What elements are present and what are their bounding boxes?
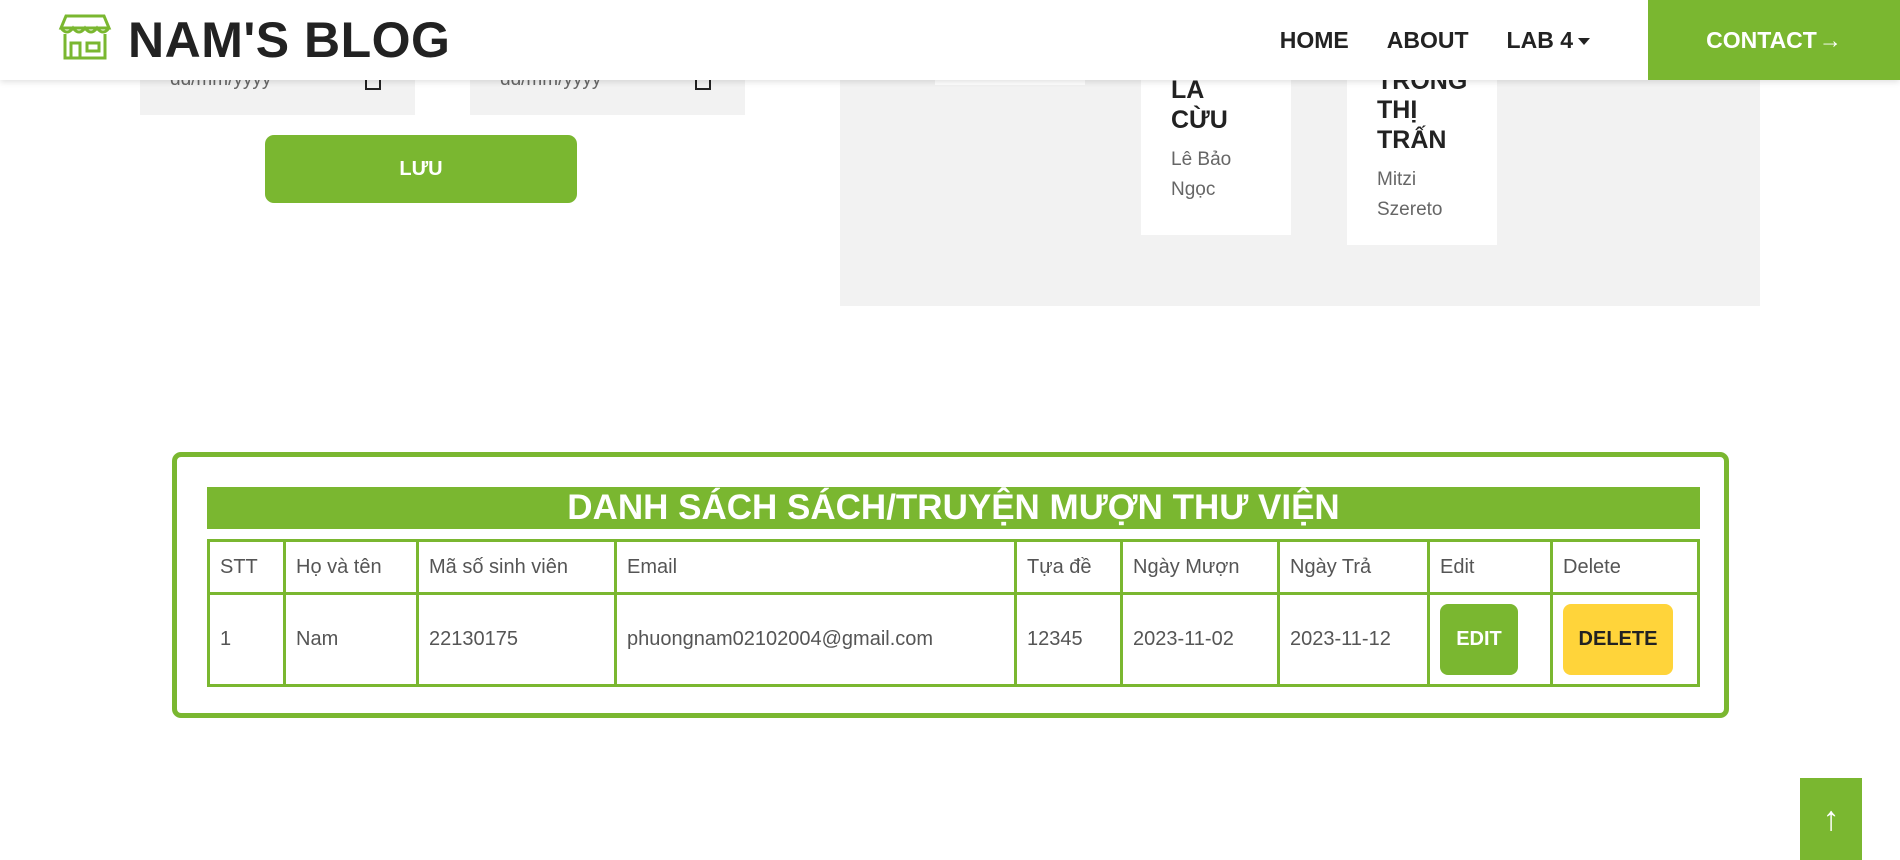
save-button[interactable]: LƯU [265,135,577,203]
book-author: Szereto [1377,199,1443,220]
column-header: Ngày Mượn [1120,539,1280,595]
column-header: Ngày Trả [1277,539,1430,595]
table-row: 1 Nam 22130175 phuongnam02102004@gmail.c… [207,592,1700,687]
table-header-row: STT Họ và tên Mã số sinh viên Email Tựa … [207,539,1700,595]
nav-lab4-label: LAB 4 [1506,26,1573,53]
edit-button[interactable]: EDIT [1440,604,1518,675]
book-card[interactable]: LA CỪU Lê Bảo Ngọc [1141,60,1291,235]
book-title: THỊ [1377,96,1418,124]
store-icon [58,12,112,67]
caret-down-icon [1578,37,1590,45]
column-header: Email [614,539,1017,595]
column-header: Tựa đề [1014,539,1123,595]
cell-return-date: 2023-11-12 [1277,592,1430,687]
column-header: Mã số sinh viên [416,539,617,595]
cell-edit: EDIT [1427,592,1553,687]
book-title: TRẤN [1377,126,1447,154]
nav-home[interactable]: HOME [1280,27,1349,54]
book-author: Mitzi [1377,169,1417,190]
column-header: Edit [1427,539,1553,595]
contact-button[interactable]: CONTACT → [1648,0,1900,80]
scroll-top-button[interactable]: ↑ [1800,778,1862,860]
brand-name: NAM'S BLOG [128,11,451,68]
book-author: Lê Bảo [1171,149,1232,170]
nav-menu: HOME ABOUT LAB 4 [1242,0,1590,80]
books-panel: LA CỪU Lê Bảo Ngọc TRONG THỊ TRẤN Mitzi … [840,60,1760,306]
cell-title: 12345 [1014,592,1123,687]
cell-delete: DELETE [1550,592,1700,687]
arrow-right-icon: → [1818,26,1842,53]
brand[interactable]: NAM'S BLOG [58,12,450,67]
book-card[interactable]: TRONG THỊ TRẤN Mitzi Szereto [1347,60,1497,245]
borrow-list-section: DANH SÁCH SÁCH/TRUYỆN MƯỢN THƯ VIỆN STT … [172,452,1729,718]
cell-name: Nam [283,592,419,687]
book-title: CỪU [1171,106,1228,134]
nav-lab4-dropdown[interactable]: LAB 4 [1507,27,1590,54]
arrow-up-icon: ↑ [1822,799,1840,838]
cell-email: phuongnam02102004@gmail.com [614,592,1017,687]
top-navbar: NAM'S BLOG HOME ABOUT LAB 4 CONTACT → [0,0,1900,80]
delete-button[interactable]: DELETE [1563,604,1673,675]
contact-label: CONTACT [1706,26,1817,53]
book-author: Ngọc [1171,179,1216,200]
borrow-table: STT Họ và tên Mã số sinh viên Email Tựa … [207,539,1700,687]
column-header: STT [207,539,286,595]
borrow-list-title: DANH SÁCH SÁCH/TRUYỆN MƯỢN THƯ VIỆN [207,487,1700,529]
cell-stt: 1 [207,592,286,687]
nav-about[interactable]: ABOUT [1387,27,1469,54]
column-header: Delete [1550,539,1700,595]
column-header: Họ và tên [283,539,419,595]
cell-student-id: 22130175 [416,592,617,687]
cell-borrow-date: 2023-11-02 [1120,592,1280,687]
